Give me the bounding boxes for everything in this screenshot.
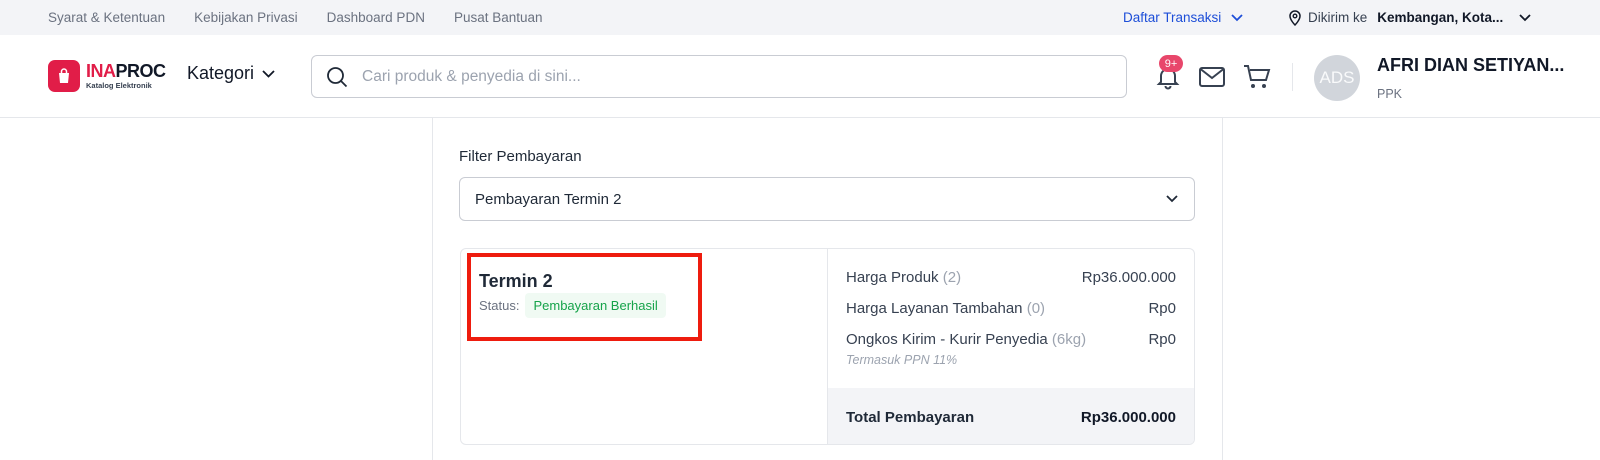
summary-label: Ongkos Kirim - Kurir Penyedia	[846, 331, 1048, 348]
summary-value: Rp0	[1148, 331, 1176, 348]
top-utility-bar: Syarat & Ketentuan Kebijakan Privasi Das…	[0, 0, 1600, 35]
mail-icon	[1199, 67, 1225, 87]
summary-row-service: Harga Layanan Tambahan (0) Rp0	[846, 300, 1176, 317]
ship-location: Kembangan, Kota...	[1377, 10, 1504, 25]
transactions-dropdown[interactable]: Daftar Transaksi	[1123, 0, 1243, 35]
summary-qty: (6kg)	[1051, 331, 1087, 348]
payment-filter-value: Pembayaran Termin 2	[475, 190, 622, 208]
link-privacy[interactable]: Kebijakan Privasi	[194, 10, 298, 25]
user-role: PPK	[1377, 87, 1403, 101]
location-pin-icon	[1289, 9, 1301, 26]
user-name[interactable]: AFRI DIAN SETIYAN...	[1377, 55, 1564, 76]
payment-summary: Harga Produk (2) Rp36.000.000 Harga Laya…	[828, 249, 1194, 444]
summary-label: Harga Produk	[846, 269, 939, 286]
chevron-down-icon	[262, 69, 275, 78]
footer-links: Syarat & Ketentuan Kebijakan Privasi Das…	[48, 0, 543, 35]
total-box: Total Pembayaran Rp36.000.000	[828, 388, 1194, 444]
logo-text: INAPROC	[86, 61, 166, 82]
chevron-down-icon	[1166, 195, 1178, 203]
summary-value: Rp36.000.000	[1081, 269, 1176, 286]
ship-label: Dikirim ke	[1308, 10, 1368, 25]
highlight-box	[467, 253, 702, 341]
chevron-down-icon	[1519, 13, 1531, 21]
chevron-down-icon	[1231, 13, 1243, 21]
main-header: INAPROC Katalog Elektronik Kategori 9+ A…	[0, 35, 1600, 118]
category-label: Kategori	[187, 63, 255, 83]
avatar[interactable]: ADS	[1314, 55, 1360, 101]
summary-row-shipping: Ongkos Kirim - Kurir Penyedia (6kg) Rp0	[846, 331, 1176, 348]
total-row: Total Pembayaran Rp36.000.000	[846, 409, 1176, 426]
tax-note: Termasuk PPN 11%	[846, 353, 958, 367]
ship-to-selector[interactable]: Dikirim ke Kembangan, Kota...	[1288, 0, 1531, 35]
shopping-bag-icon	[48, 60, 80, 92]
cart-icon	[1244, 65, 1271, 88]
total-label: Total Pembayaran	[846, 409, 975, 426]
payment-filter-select[interactable]: Pembayaran Termin 2	[459, 177, 1195, 221]
summary-qty: (0)	[1026, 300, 1046, 317]
search-input[interactable]	[362, 67, 1082, 86]
messages-button[interactable]	[1196, 61, 1228, 93]
filter-label: Filter Pembayaran	[459, 148, 582, 165]
summary-value: Rp0	[1148, 300, 1176, 317]
transactions-label: Daftar Transaksi	[1123, 10, 1222, 25]
category-menu[interactable]: Kategori	[187, 63, 275, 84]
notification-count-badge: 9+	[1159, 55, 1183, 72]
link-help-center[interactable]: Pusat Bantuan	[454, 10, 543, 25]
summary-label: Harga Layanan Tambahan	[846, 300, 1023, 317]
search-icon	[327, 66, 348, 87]
search-bar[interactable]	[311, 55, 1127, 98]
summary-row-product: Harga Produk (2) Rp36.000.000	[846, 269, 1176, 286]
link-dashboard-pdn[interactable]: Dashboard PDN	[327, 10, 425, 25]
total-value: Rp36.000.000	[1080, 409, 1176, 426]
logo[interactable]: INAPROC Katalog Elektronik	[48, 60, 166, 92]
header-divider	[1292, 63, 1293, 91]
summary-qty: (2)	[942, 269, 962, 286]
cart-button[interactable]	[1241, 61, 1273, 93]
logo-subtext: Katalog Elektronik	[86, 81, 152, 91]
link-terms[interactable]: Syarat & Ketentuan	[48, 10, 165, 25]
